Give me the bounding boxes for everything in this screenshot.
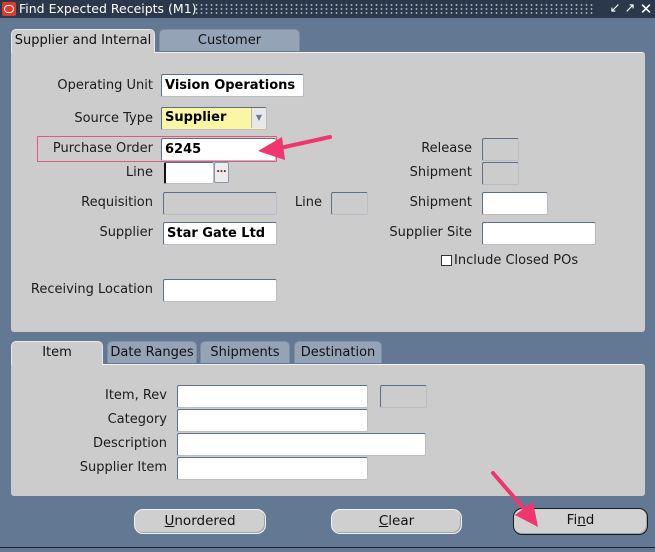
source-type-value: Supplier	[165, 110, 227, 125]
bottom-border	[0, 547, 655, 548]
unordered-mnemonic: U	[164, 513, 175, 529]
window-title: Find Expected Receipts (M1)	[19, 1, 197, 16]
item-rev-label: Item, Rev	[105, 388, 167, 403]
unordered-button[interactable]: Unordered	[134, 509, 266, 534]
close-icon[interactable]: ✕	[637, 0, 655, 18]
clear-mnemonic: C	[378, 513, 389, 529]
tab-destination[interactable]: Destination	[294, 341, 382, 363]
requisition-field[interactable]	[163, 192, 277, 215]
tab-date-ranges[interactable]: Date Ranges	[107, 341, 197, 363]
supplier-label: Supplier	[99, 225, 153, 240]
supplier-site-field[interactable]	[482, 222, 596, 245]
tab-shipments[interactable]: Shipments	[200, 341, 290, 363]
include-closed-pos-checkbox[interactable]	[441, 255, 452, 266]
supplier-item-label: Supplier Item	[79, 460, 167, 475]
find-button[interactable]: Find	[513, 508, 648, 535]
title-bar: Find Expected Receipts (M1) ↙ ↗ ✕	[0, 0, 655, 18]
list-of-values-icon[interactable]: …	[214, 162, 229, 183]
purchase-order-field[interactable]	[161, 138, 276, 161]
source-type-label: Source Type	[74, 111, 153, 126]
po-shipment-label: Shipment	[409, 165, 472, 180]
release-label: Release	[421, 141, 472, 156]
find-label-post: d	[585, 512, 595, 528]
chevron-down-icon[interactable]: ▼	[251, 108, 266, 128]
receiving-location-label: Receiving Location	[30, 282, 153, 297]
description-field[interactable]	[177, 433, 426, 456]
po-line-label: Line	[125, 165, 153, 180]
purchase-order-label: Purchase Order	[52, 141, 153, 156]
source-type-select[interactable]: Supplier ▼	[161, 107, 267, 130]
find-mnemonic: n	[577, 512, 586, 528]
oracle-logo-icon	[2, 2, 16, 16]
supplier-field[interactable]	[163, 222, 277, 245]
unordered-label: nordered	[174, 513, 236, 529]
requisition-label: Requisition	[81, 195, 153, 210]
description-label: Description	[92, 436, 167, 451]
revision-field[interactable]	[380, 385, 427, 408]
release-field[interactable]	[482, 138, 519, 161]
category-field[interactable]	[177, 409, 368, 432]
po-shipment-field[interactable]	[482, 162, 519, 185]
clear-label: lear	[388, 513, 415, 529]
clear-button[interactable]: Clear	[331, 509, 462, 534]
supplier-site-label: Supplier Site	[389, 225, 472, 240]
category-label: Category	[107, 412, 167, 427]
operating-unit-label: Operating Unit	[57, 78, 153, 93]
receiving-location-field[interactable]	[163, 279, 277, 302]
include-closed-pos-label: Include Closed POs	[454, 253, 579, 268]
title-bar-grip[interactable]	[194, 3, 594, 15]
find-label-pre: Fi	[566, 512, 578, 528]
req-line-label: Line	[294, 195, 322, 210]
req-shipment-field[interactable]	[482, 192, 548, 215]
tab-customer[interactable]: Customer	[159, 29, 300, 51]
req-shipment-label: Shipment	[409, 195, 472, 210]
po-line-field[interactable]	[164, 162, 214, 184]
supplier-item-field[interactable]	[177, 457, 368, 480]
operating-unit-field[interactable]	[161, 74, 304, 97]
tab-supplier-and-internal[interactable]: Supplier and Internal	[11, 29, 155, 53]
item-field[interactable]	[177, 385, 368, 408]
tab-item[interactable]: Item	[11, 341, 103, 365]
